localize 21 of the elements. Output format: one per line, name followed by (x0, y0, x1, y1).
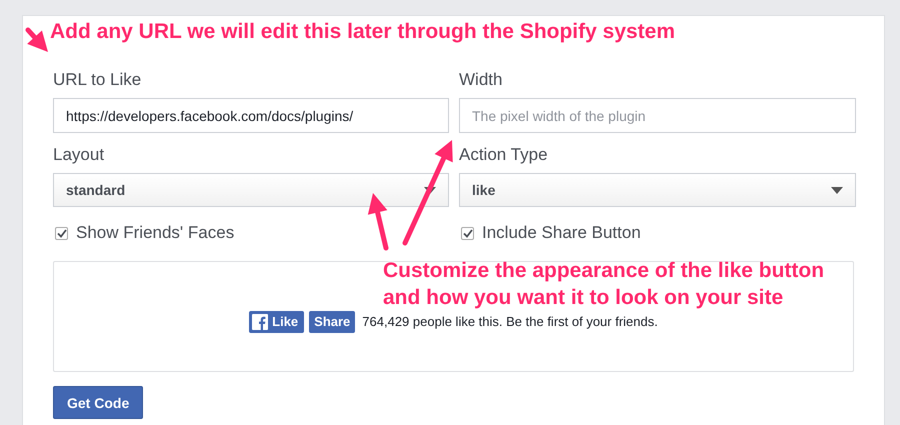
field-label: Action Type (459, 145, 549, 165)
input-field[interactable]: The pixel width of the plugin (459, 98, 856, 133)
annotation-text: Add any URL we will edit this later through the Shopify system (50, 19, 676, 45)
field-label: Width (459, 70, 504, 90)
arrow (26, 28, 48, 52)
like-button[interactable]: Like (249, 310, 304, 332)
social-count-text: 764,429 people like this. Be the first of your friends. (362, 314, 658, 329)
field-label: Layout (53, 145, 106, 165)
share-button[interactable]: Share (309, 310, 356, 332)
checkbox[interactable] (461, 226, 474, 240)
annotation-text: Customize the appearance of the like button and how you want it to look on your site (383, 258, 824, 311)
logo (252, 314, 268, 330)
checkbox-label: Include Share Button (482, 223, 641, 243)
get-code-button[interactable]: Get Code (53, 386, 144, 419)
arrow (368, 193, 388, 250)
caret-icon (831, 186, 843, 194)
checkbox[interactable] (55, 226, 68, 240)
dropdown[interactable]: like (459, 173, 856, 207)
input-field[interactable]: https://developers.facebook.com/docs/plugins/ (53, 98, 449, 133)
field-label: URL to Like (53, 70, 142, 90)
checkbox-label: Show Friends' Faces (76, 223, 234, 243)
